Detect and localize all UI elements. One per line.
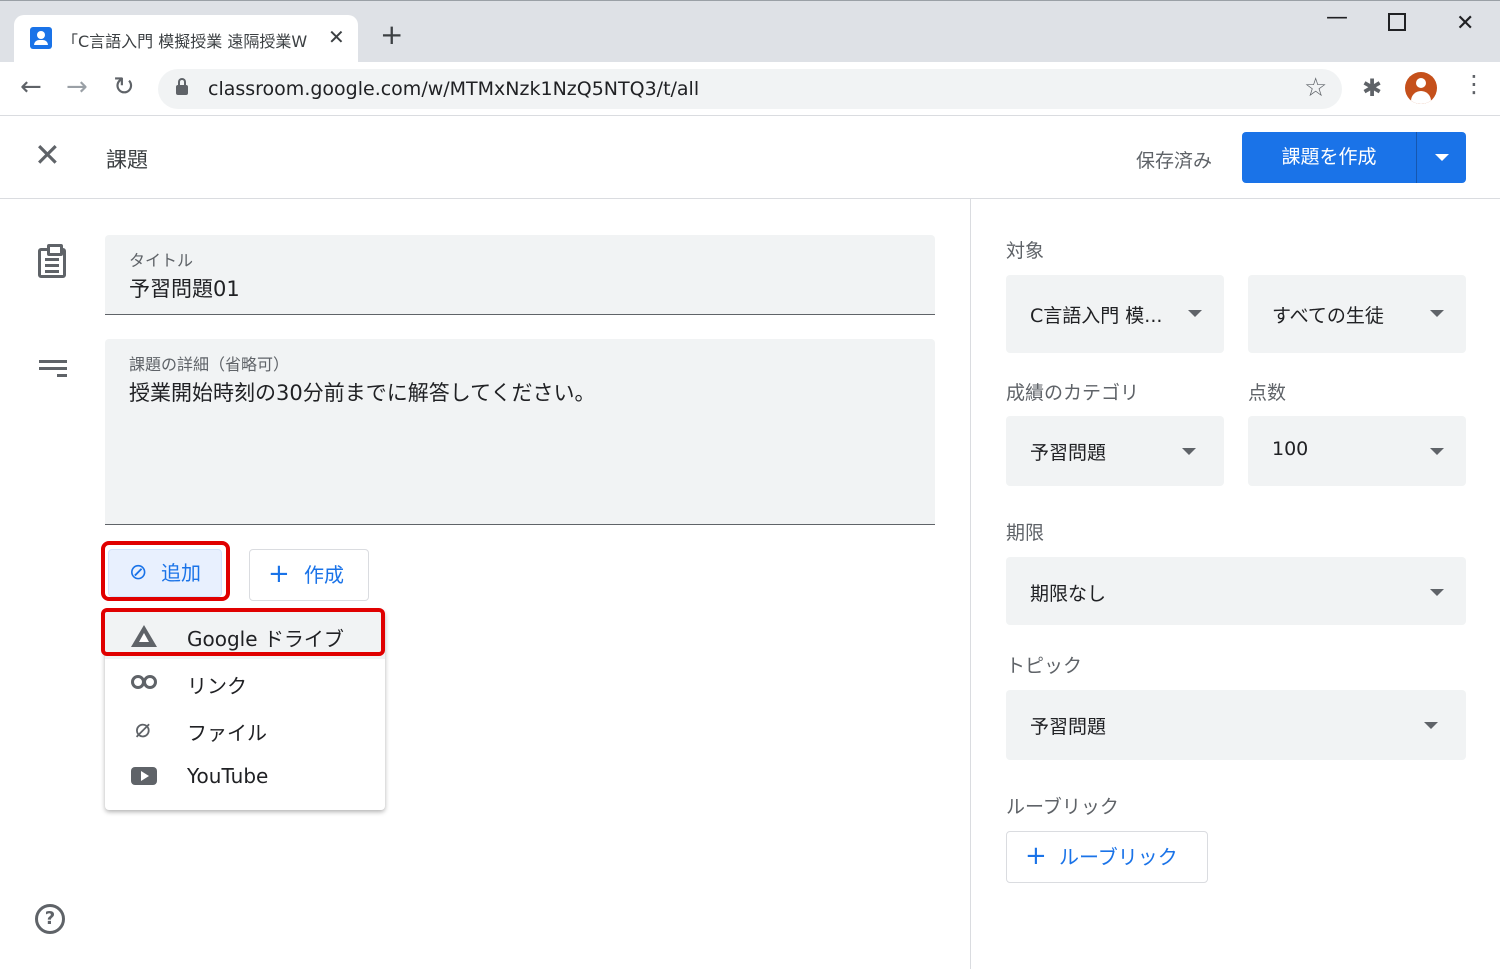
highlight-box-drive (101, 608, 385, 656)
add-rubric-button[interactable]: + ルーブリック (1006, 831, 1208, 883)
url-text[interactable]: classroom.google.com/w/MTMxNzk1NzQ5NTQ3/… (208, 78, 699, 100)
browser-tab-bar: 「C言語入門 模擬授業 遠隔授業W ✕ + — ✕ (0, 0, 1500, 63)
title-label: タイトル (129, 251, 194, 270)
forward-arrow-icon[interactable]: → (66, 74, 88, 100)
menu-item-file[interactable]: ⌀ ファイル (105, 706, 385, 753)
create-label: 作成 (304, 563, 344, 587)
bookmark-star-icon[interactable]: ☆ (1304, 73, 1327, 103)
page-title: 課題 (106, 148, 148, 172)
link-icon (131, 675, 157, 689)
points-label: 点数 (1248, 382, 1287, 404)
menu-item-link[interactable]: リンク (105, 659, 385, 706)
window-maximize-icon[interactable] (1388, 13, 1406, 31)
classroom-favicon-icon (30, 27, 52, 49)
back-arrow-icon[interactable]: ← (20, 74, 42, 100)
due-label: 期限 (1006, 522, 1045, 544)
category-label: 成績のカテゴリ (1006, 382, 1140, 404)
plus-icon: + (268, 559, 290, 589)
window-close-icon[interactable]: ✕ (1456, 11, 1474, 36)
saved-status: 保存済み (1136, 150, 1213, 172)
highlight-box-add (101, 541, 230, 601)
menu-item-youtube[interactable]: YouTube (105, 753, 385, 800)
browser-tab[interactable]: 「C言語入門 模擬授業 遠隔授業W ✕ (14, 15, 358, 63)
details-input[interactable]: 授業開始時刻の30分前までに解答してください。 (129, 377, 595, 407)
points-select[interactable]: 100 (1248, 416, 1466, 486)
dropdown-caret-icon (1430, 589, 1444, 596)
assignment-clipboard-icon (38, 244, 66, 278)
topic-label: トピック (1006, 655, 1083, 677)
tab-title: 「C言語入門 模擬授業 遠隔授業W (62, 32, 308, 51)
rubric-button-label: ルーブリック (1059, 845, 1178, 869)
dropdown-caret-icon (1430, 310, 1444, 317)
title-field[interactable]: タイトル 予習問題01 (105, 235, 935, 315)
dropdown-caret-icon (1182, 448, 1196, 455)
panel-divider (970, 199, 971, 969)
new-tab-icon[interactable]: + (380, 21, 403, 49)
students-select-value: すべての生徒 (1272, 305, 1384, 327)
topic-select[interactable]: 予習問題 (1006, 690, 1466, 760)
details-field[interactable]: 課題の詳細（省略可） 授業開始時刻の30分前までに解答してください。 (105, 339, 935, 525)
window-minimize-icon[interactable]: — (1326, 5, 1348, 30)
category-select[interactable]: 予習問題 (1006, 416, 1224, 486)
menu-item-label: ファイル (187, 721, 267, 745)
dropdown-caret-icon (1424, 722, 1438, 729)
plus-icon: + (1025, 841, 1047, 871)
create-material-button[interactable]: + 作成 (249, 549, 369, 601)
details-label: 課題の詳細（省略可） (129, 355, 290, 374)
paperclip-icon: ⌀ (135, 714, 151, 744)
app-header: ✕ 課題 保存済み 課題を作成 (0, 117, 1500, 199)
create-assignment-button[interactable]: 課題を作成 (1242, 132, 1416, 183)
category-select-value: 予習問題 (1030, 442, 1107, 464)
help-icon[interactable]: ? (35, 904, 65, 934)
youtube-icon (131, 767, 157, 785)
browser-toolbar: ← → ↻ classroom.google.com/w/MTMxNzk1NzQ… (0, 62, 1500, 116)
due-select[interactable]: 期限なし (1006, 557, 1466, 625)
class-select[interactable]: C言語入門 模... (1006, 275, 1224, 353)
extensions-puzzle-icon[interactable]: ✱ (1362, 74, 1382, 102)
students-select[interactable]: すべての生徒 (1248, 275, 1466, 353)
topic-select-value: 予習問題 (1030, 716, 1107, 738)
description-lines-icon (39, 360, 67, 377)
more-vert-icon[interactable]: ⋮ (1462, 72, 1486, 96)
profile-avatar[interactable] (1405, 72, 1437, 104)
menu-item-label: リンク (187, 674, 247, 698)
due-select-value: 期限なし (1030, 583, 1107, 605)
dropdown-caret-icon (1188, 310, 1202, 317)
target-label: 対象 (1006, 240, 1045, 262)
dropdown-caret-icon (1430, 448, 1444, 455)
class-select-value: C言語入門 模... (1030, 305, 1163, 327)
title-input[interactable]: 予習問題01 (129, 273, 240, 303)
address-bar[interactable]: classroom.google.com/w/MTMxNzk1NzQ5NTQ3/… (158, 69, 1342, 109)
points-select-value: 100 (1272, 438, 1309, 460)
menu-item-label: YouTube (187, 764, 269, 788)
close-icon[interactable]: ✕ (34, 139, 61, 171)
create-options-dropdown-icon[interactable] (1416, 132, 1466, 183)
rubric-label: ルーブリック (1006, 796, 1119, 818)
lock-icon (176, 78, 188, 95)
tab-close-icon[interactable]: ✕ (328, 25, 345, 49)
reload-icon[interactable]: ↻ (113, 74, 135, 100)
